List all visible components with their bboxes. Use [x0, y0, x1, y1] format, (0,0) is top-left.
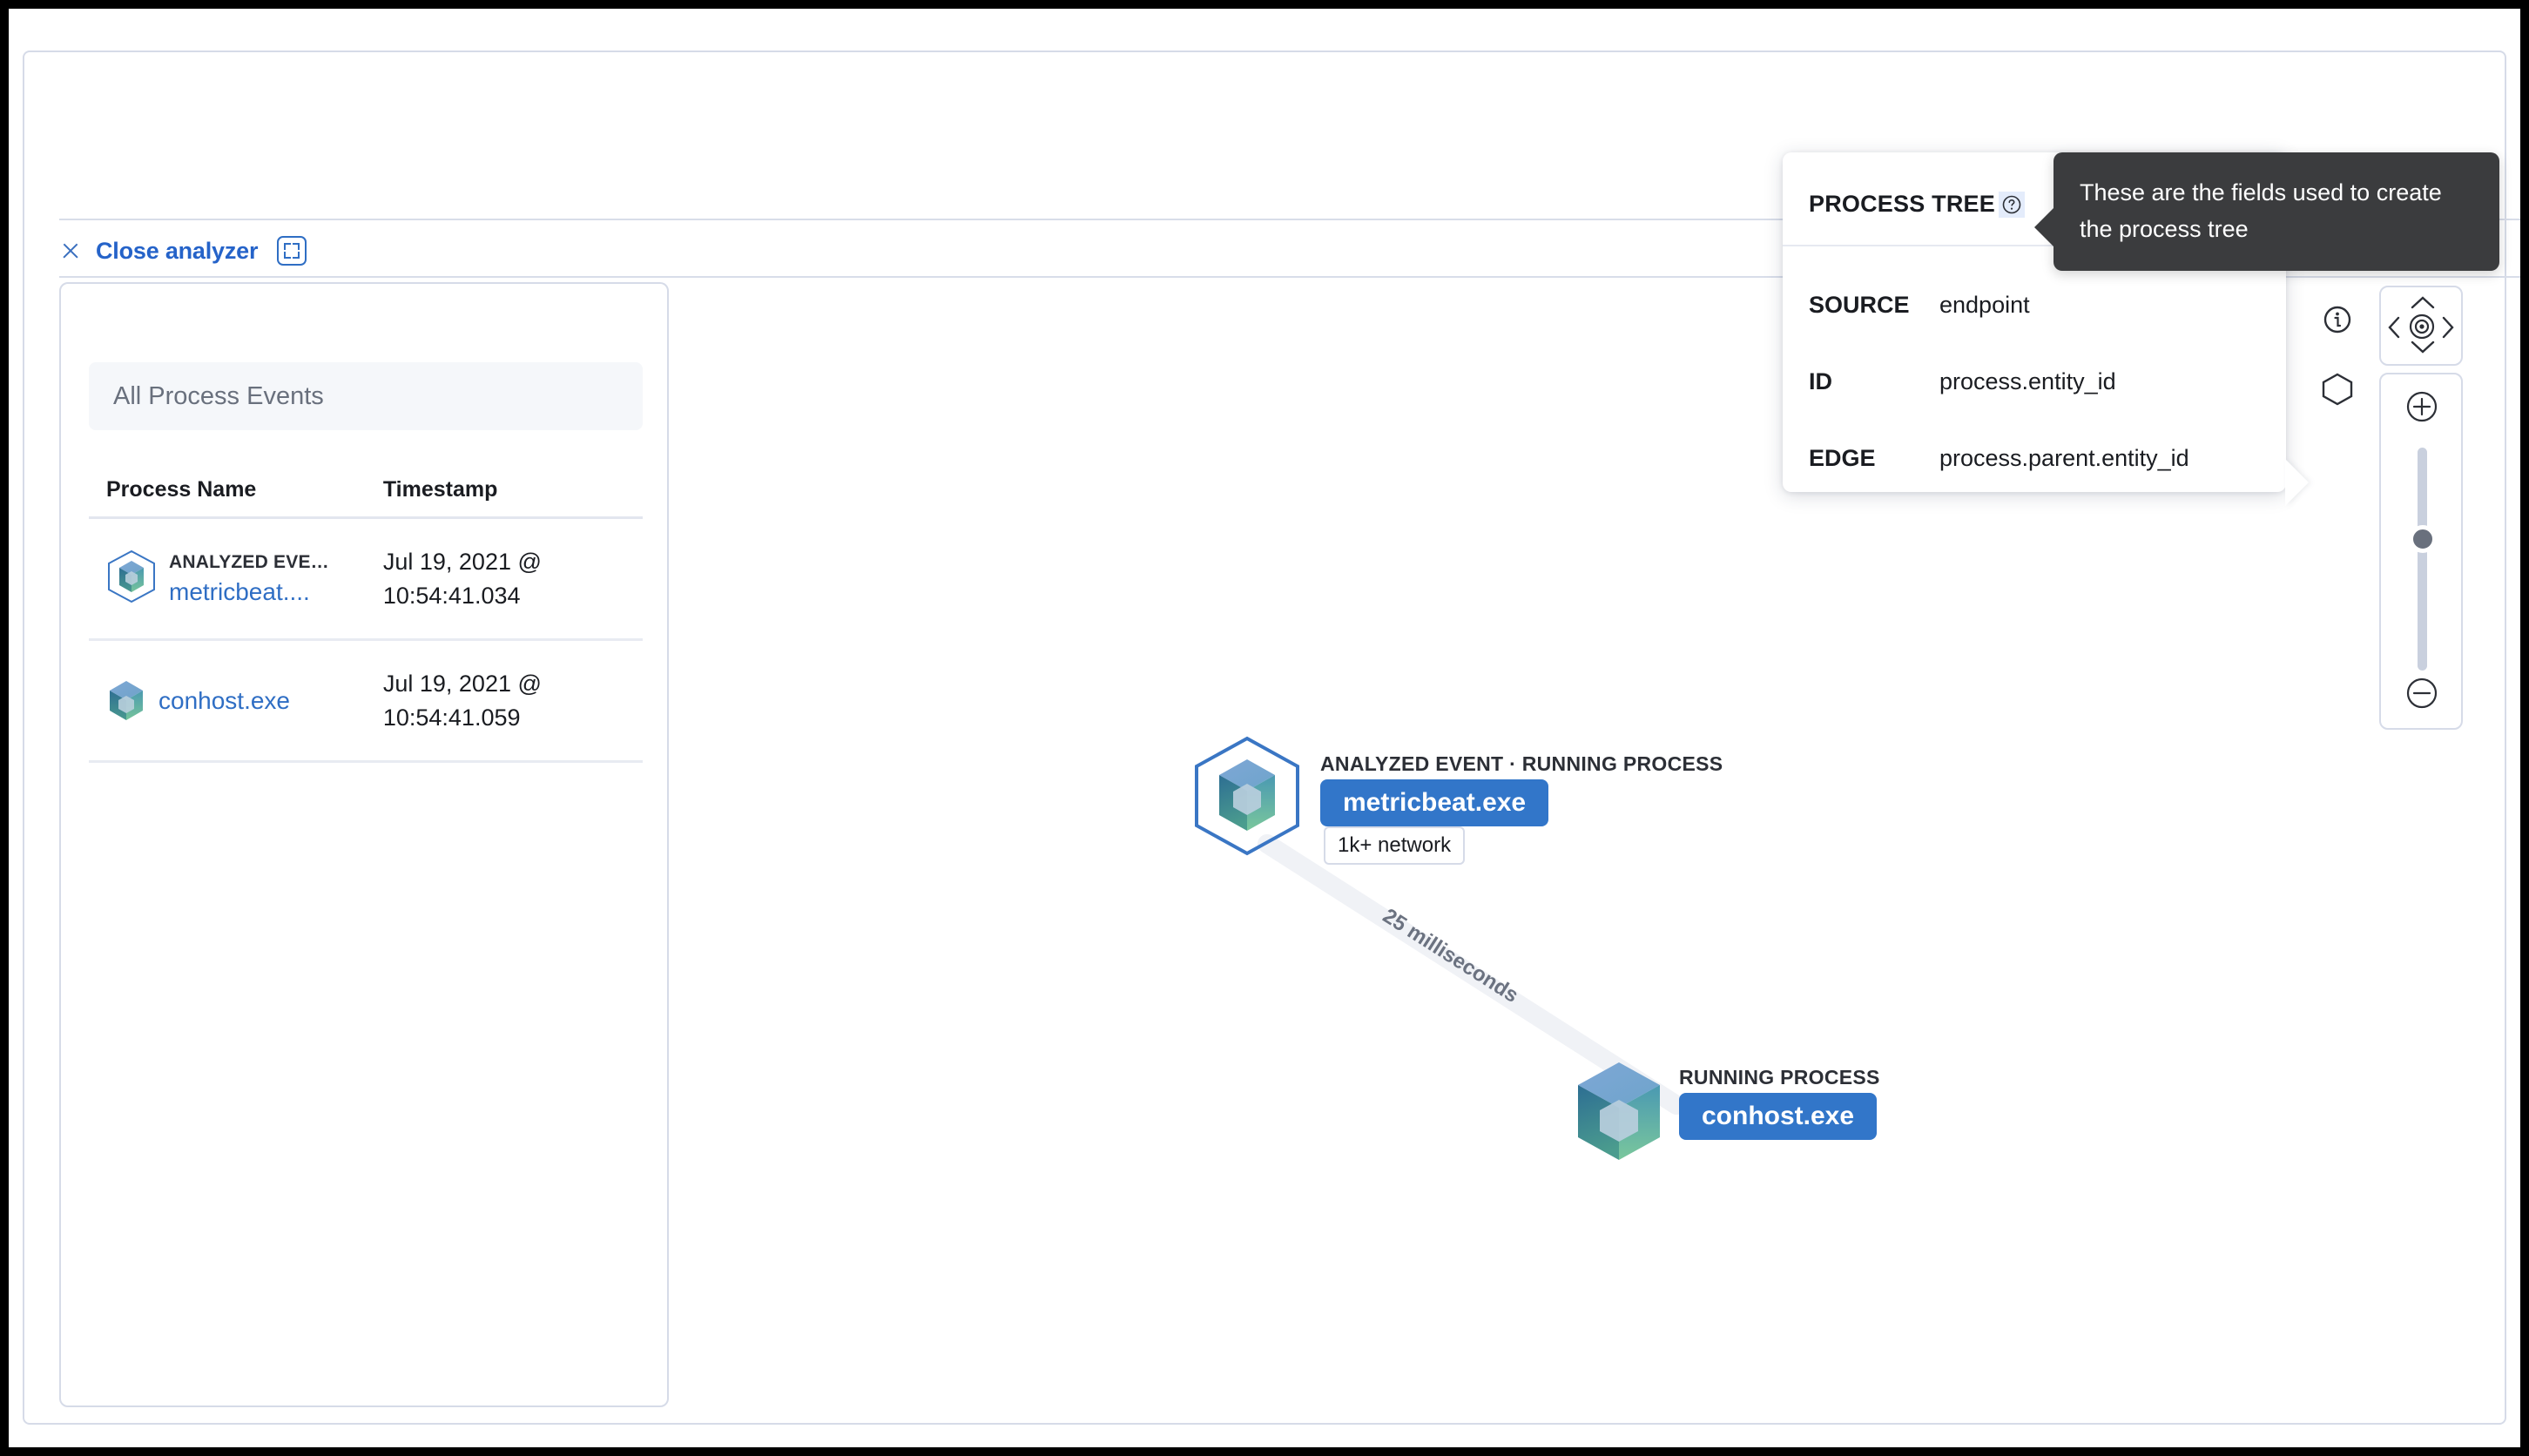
search-input[interactable]: All Process Events [89, 362, 643, 430]
node-kicker: RUNNING PROCESS [1679, 1066, 1880, 1089]
hexagon-icon[interactable] [2321, 372, 2354, 411]
process-name-link[interactable]: metricbeat.... [169, 578, 329, 606]
node-pill-conhost[interactable]: conhost.exe [1679, 1093, 1878, 1140]
field-value: endpoint [1939, 292, 2030, 318]
app-root: Close analyzer All Process Events Proces… [9, 9, 2520, 1447]
zoom-slider-track[interactable] [2418, 448, 2427, 671]
graph-panner[interactable] [2379, 286, 2463, 366]
chevron-left-icon[interactable] [2386, 315, 2402, 344]
popover-title-row: PROCESS TREE [1809, 191, 2025, 218]
fullscreen-icon[interactable] [277, 236, 307, 266]
graph-edge [1258, 834, 1686, 1115]
tooltip-text: These are the fields used to create the … [2080, 179, 2442, 242]
timestamp-line-1: Jul 19, 2021 @ [382, 549, 542, 576]
node-kicker: ANALYZED EVENT · RUNNING PROCESS [1320, 752, 1723, 775]
timestamp-line-1: Jul 19, 2021 @ [382, 671, 542, 698]
table-row[interactable]: ANALYZED EVE… metricbeat.... Jul 19, 202… [89, 519, 643, 641]
field-key: SOURCE [1809, 292, 1910, 318]
close-icon[interactable] [59, 239, 82, 262]
table-header-row: Process Name Timestamp [89, 477, 643, 519]
process-cube-icon [106, 679, 146, 723]
popover-field-edge: EDGE process.parent.entity_id [1809, 445, 2189, 472]
help-tooltip: These are the fields used to create the … [2034, 152, 2499, 271]
info-circle-icon[interactable] [2323, 305, 2352, 339]
search-placeholder: All Process Events [113, 381, 324, 410]
popover-arrow [2285, 459, 2309, 506]
field-key: EDGE [1809, 445, 1876, 471]
timestamp-line-2: 10:54:41.034 [382, 582, 521, 609]
process-cube-icon [1573, 1059, 1665, 1170]
graph-side-icons [2321, 305, 2354, 411]
chevron-right-icon[interactable] [2440, 315, 2456, 344]
close-analyzer-button[interactable]: Close analyzer [96, 238, 258, 265]
process-name-link[interactable]: conhost.exe [158, 687, 290, 715]
popover-title: PROCESS TREE [1809, 191, 1995, 217]
field-value: process.parent.entity_id [1939, 445, 2189, 471]
analyzed-process-cube-icon [1191, 735, 1303, 861]
timestamp-line-2: 10:54:41.059 [382, 704, 521, 731]
tooltip-arrow [2034, 206, 2055, 248]
chevron-down-icon[interactable] [2410, 339, 2436, 359]
node-pill-metricbeat[interactable]: metricbeat.exe [1320, 779, 1549, 826]
process-events-table: Process Name Timestamp ANALYZED EVE… met… [89, 477, 643, 763]
field-value: process.entity_id [1939, 368, 2116, 394]
popover-field-source: SOURCE endpoint [1809, 292, 2030, 319]
node-label-group: RUNNING PROCESS conhost.exe [1679, 1066, 1880, 1140]
edge-duration-label: 25 milliseconds [1379, 904, 1523, 1008]
analyzed-event-tag: ANALYZED EVE… [169, 551, 329, 572]
column-header-timestamp: Timestamp [382, 477, 498, 502]
field-key: ID [1809, 368, 1832, 394]
plus-circle-icon[interactable] [2404, 388, 2440, 429]
column-header-process-name: Process Name [106, 477, 257, 502]
zoom-slider-thumb[interactable] [2410, 526, 2436, 552]
minus-circle-icon[interactable] [2404, 675, 2440, 716]
question-mark-circle-icon[interactable] [1998, 191, 2025, 218]
process-events-panel: All Process Events Process Name Timestam… [59, 282, 669, 1407]
popover-field-id: ID process.entity_id [1809, 368, 2116, 395]
analyzed-process-cube-icon [106, 549, 157, 608]
table-row[interactable]: conhost.exe Jul 19, 2021 @ 10:54:41.059 [89, 641, 643, 763]
graph-zoom-control[interactable] [2379, 373, 2463, 730]
node-label-group: ANALYZED EVENT · RUNNING PROCESS metricb… [1320, 752, 1723, 826]
network-events-badge[interactable]: 1k+ network [1324, 826, 1466, 865]
analyzer-header: Close analyzer [59, 226, 307, 276]
